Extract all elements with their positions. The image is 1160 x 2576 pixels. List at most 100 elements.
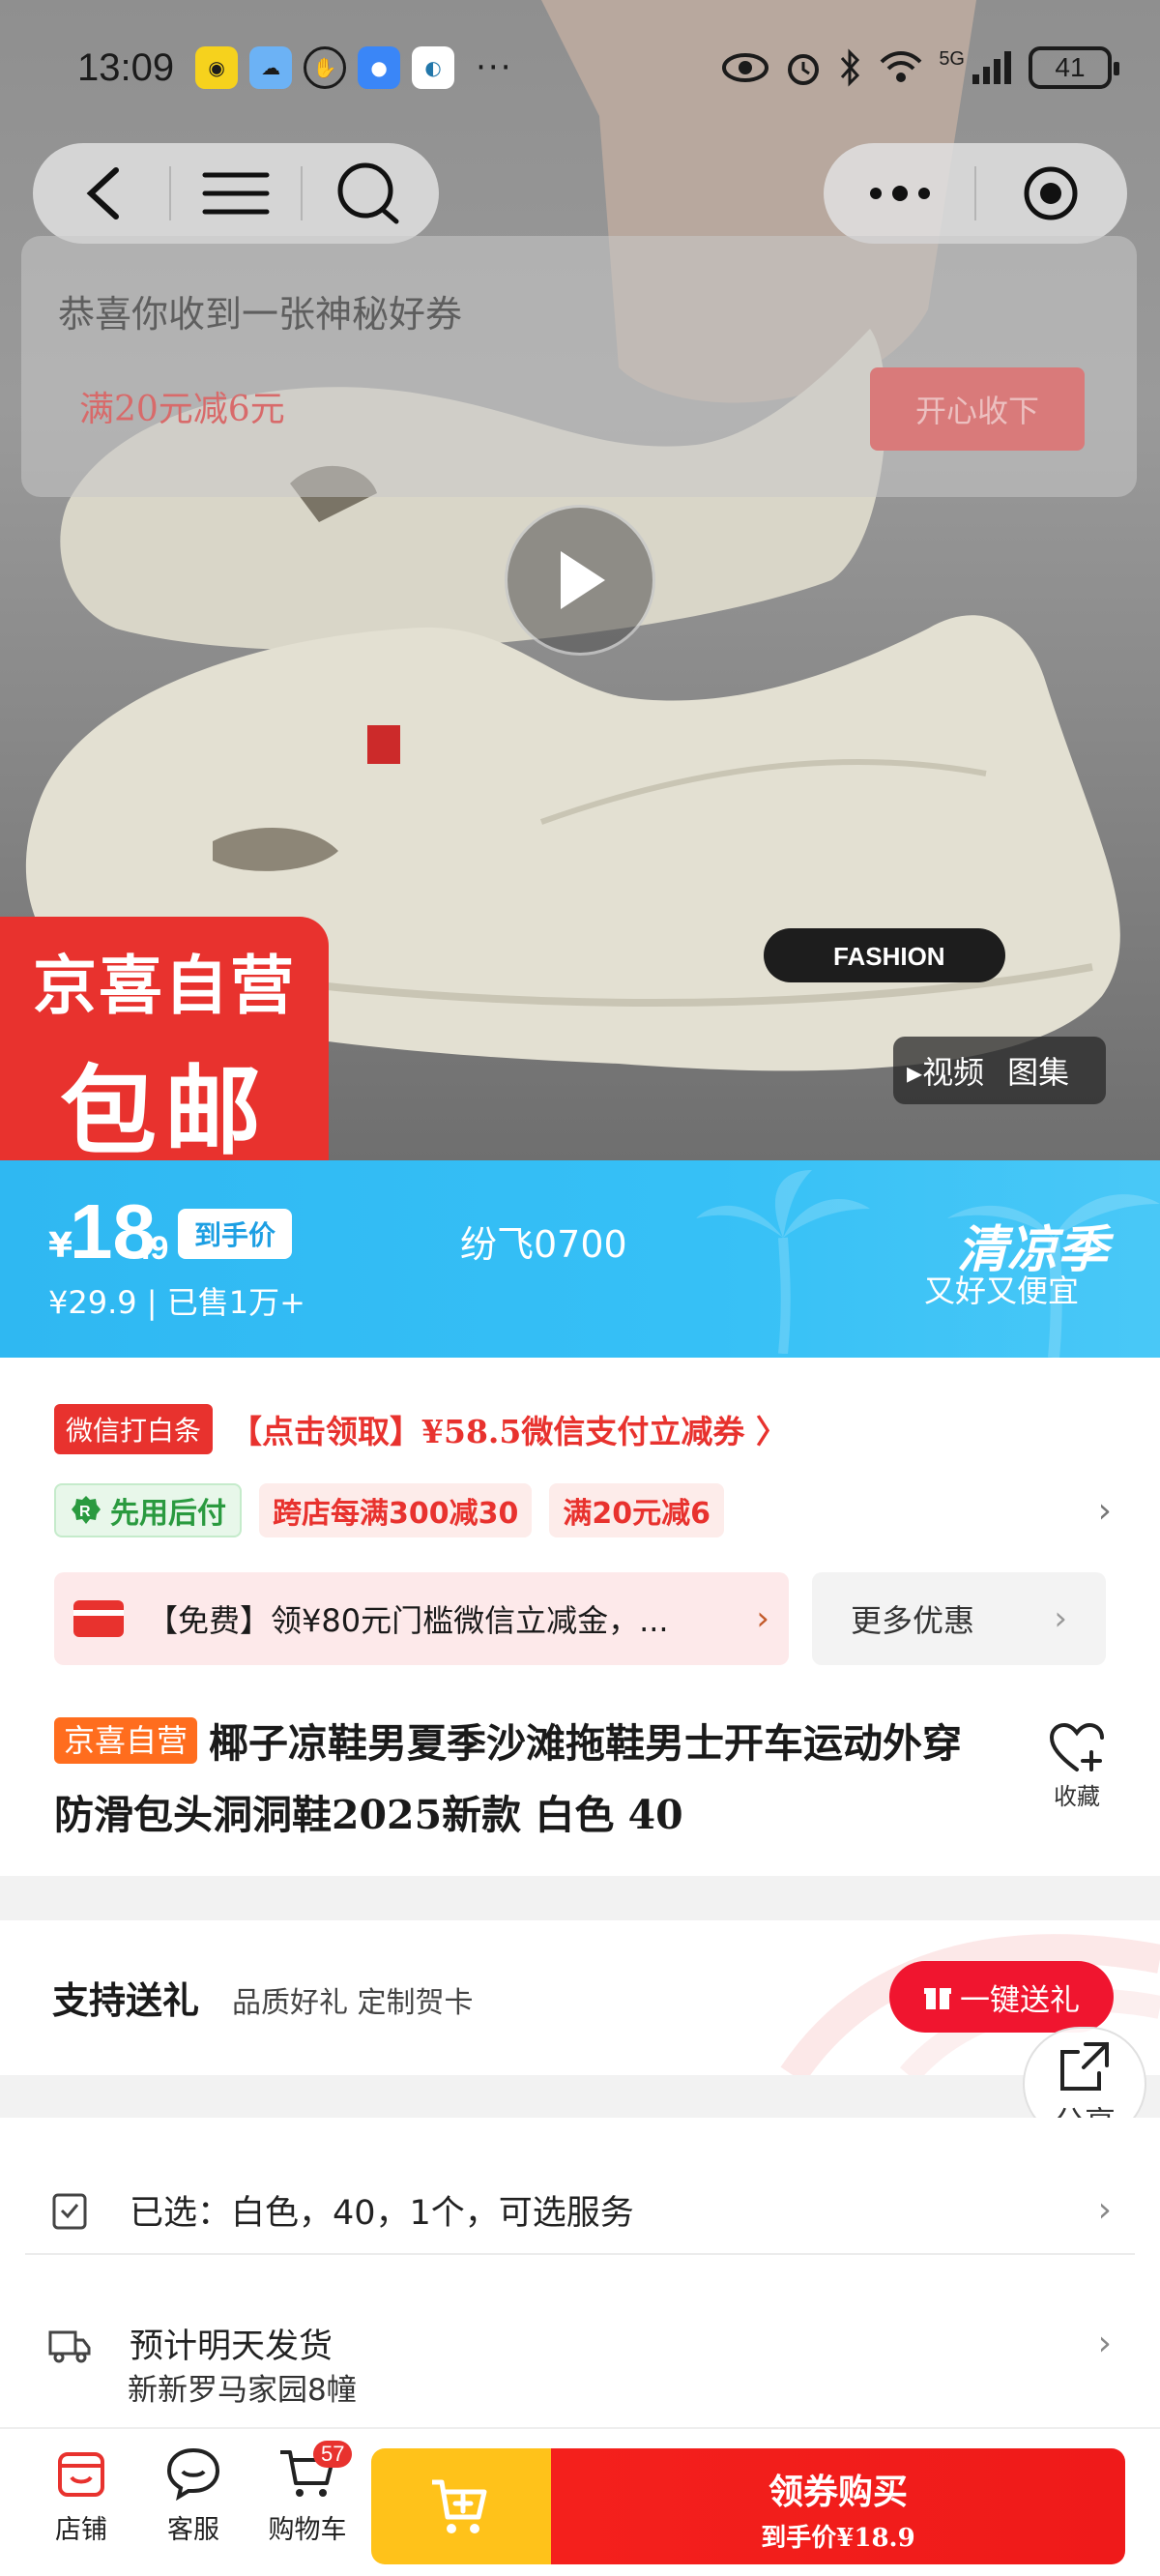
nav-capsule-left (33, 143, 439, 244)
more-dots-icon (869, 186, 930, 201)
coupon-popup: 恭喜你收到一张神秘好券 满20元减6元 开心收下 (21, 236, 1137, 497)
battery-icon: 41 (1029, 46, 1119, 89)
tab-video[interactable]: ▸视频 (907, 1048, 984, 1093)
gift-icon (924, 1988, 951, 2009)
cart-count-badge: 57 (313, 2441, 353, 2468)
season-subtitle: 又好又便宜 (923, 1273, 1079, 1309)
back-button[interactable] (66, 155, 143, 232)
wechat-coupon-text: 【点击领取】¥58.5微信支付立减券 〉 (230, 1413, 788, 1450)
service-label: 客服 (167, 2515, 219, 2545)
chevron-right-icon: › (1097, 2190, 1112, 2230)
menu-icon (202, 172, 270, 215)
price-decimal: .9 (141, 1230, 169, 1267)
cart-label: 购物车 (268, 2515, 347, 2545)
bottom-action-bar: 店铺 客服 57 购物车 领券购买 到手价¥18.9 (0, 2427, 1160, 2576)
chat-bubble-icon (166, 2447, 220, 2502)
product-title: 京喜自营 椰子凉鞋男夏季沙滩拖鞋男士开车运动外穿防滑包头洞洞鞋2025新款 白色 … (54, 1708, 982, 1851)
promo-chips[interactable]: R 先用后付 跨店每满300减30 满20元减6 (54, 1483, 724, 1537)
mobile-notification-icon: ◐ (412, 46, 455, 89)
promo-section: 微信打白条 【点击领取】¥58.5微信支付立减券 〉 R 先用后付 跨店每满30… (0, 1358, 1160, 1876)
divider (25, 2253, 1135, 2255)
shipping-estimate: 预计明天发货 (130, 2327, 334, 2366)
pay-card-text: 【免费】领¥80元门槛微信立减金，... (147, 1602, 669, 1639)
bluetooth-icon (841, 48, 860, 87)
clipboard-check-icon (52, 2193, 87, 2229)
price-banner: ¥ 18 .9 到手价 ¥29.9 | 已售1万+ 纷飞0700 清凉季 又好又… (0, 1160, 1160, 1358)
cross-store-chip: 跨店每满300减30 (259, 1483, 533, 1537)
buy-button-title: 领券购买 (768, 2472, 908, 2512)
heart-plus-icon (1049, 1722, 1104, 1771)
palm-tree-icon (696, 1170, 870, 1354)
more-notifications-icon: ··· (476, 48, 513, 87)
more-deals-button[interactable]: 更多优惠 › (812, 1572, 1106, 1665)
coupon-popup-title: 恭喜你收到一张神秘好券 (58, 293, 463, 336)
status-bar: 13:09 ◉ ☁ ✋ ● ◐ ··· 5G 41 (0, 39, 1160, 97)
target-icon (1024, 166, 1078, 220)
tab-gallery[interactable]: 图集 (1007, 1048, 1069, 1093)
battery-level: 41 (1055, 52, 1086, 82)
wechat-pay-card[interactable]: 【免费】领¥80元门槛微信立减金，... › (54, 1572, 789, 1665)
banner-center-text: 纷飞0700 (460, 1223, 627, 1266)
add-to-cart-button[interactable] (371, 2448, 553, 2564)
truck-icon (48, 2330, 91, 2362)
selected-spec-row[interactable]: 已选：白色，40，1个，可选服务 › (0, 2185, 1160, 2235)
add-to-cart-icon (432, 2479, 487, 2533)
signal-icon (972, 51, 1011, 84)
product-hero-image[interactable]: FASHION 13:09 ◉ ☁ ✋ ● ◐ ··· 5G 41 恭喜你收到一… (0, 0, 1160, 1160)
capsule-divider (301, 166, 304, 220)
selected-spec-text: 已选：白色，40，1个，可选服务 (130, 2194, 634, 2233)
store-label: 店铺 (55, 2515, 107, 2545)
status-time: 13:09 (77, 45, 175, 89)
favorite-button[interactable]: 收藏 (1046, 1722, 1108, 1811)
alarm-icon (788, 54, 820, 85)
capsule-divider (168, 166, 171, 220)
gift-title: 支持送礼 (52, 1978, 200, 2022)
weather-notification-icon: ☁ (249, 46, 293, 89)
cart-button[interactable]: 57 购物车 (259, 2441, 356, 2546)
shipping-row[interactable]: 预计明天发货 › (0, 2319, 1160, 2368)
favorite-label: 收藏 (1054, 1783, 1100, 1810)
pay-later-chip: R 先用后付 (54, 1483, 242, 1537)
chip-label: 先用后付 (110, 1497, 226, 1531)
pay-later-icon: R (72, 1496, 101, 1524)
one-click-gift-button[interactable]: 一键送礼 (889, 1961, 1114, 2033)
app-notification-icon: ◉ (195, 46, 239, 89)
coupon-popup-amount: 满20元减6元 (79, 390, 285, 429)
final-price-tag: 到手价 (178, 1209, 292, 1259)
coupon-accept-button[interactable]: 开心收下 (870, 367, 1085, 451)
chevron-right-icon: › (1054, 1599, 1067, 1638)
search-icon (337, 162, 399, 224)
options-section: 已选：白色，40，1个，可选服务 › 预计明天发货 › 新新罗马家园8幢 (0, 2118, 1160, 2427)
menu-button[interactable] (197, 155, 275, 232)
chevron-left-icon (86, 167, 119, 220)
customer-service-button[interactable]: 客服 (145, 2446, 242, 2546)
credit-card-icon (73, 1600, 124, 1637)
gift-section: 支持送礼 品质好礼 定制贺卡 一键送礼 (0, 1920, 1160, 2075)
search-button[interactable] (329, 155, 406, 232)
original-price-sold: ¥29.9 | 已售1万+ (48, 1284, 305, 1321)
close-miniprogram-button[interactable] (1012, 155, 1089, 232)
gift-subtitle: 品质好礼 定制贺卡 (232, 1986, 474, 2020)
self-operated-tag: 京喜自营 (54, 1717, 198, 1764)
network-type: 5G (939, 47, 965, 70)
discount-chip: 满20元减6 (549, 1483, 724, 1537)
chevron-right-icon[interactable]: › (1098, 1491, 1112, 1531)
jingxi-self-operated-badge: 京喜自营 包邮 (0, 917, 329, 1160)
nav-capsule-right (824, 143, 1127, 244)
wechat-credit-tag: 微信打白条 (54, 1404, 214, 1454)
claim-coupon-buy-button[interactable]: 领券购买 到手价¥18.9 (551, 2448, 1125, 2564)
more-deals-label: 更多优惠 (851, 1602, 975, 1639)
store-button[interactable]: 店铺 (33, 2446, 130, 2546)
eye-icon (722, 53, 769, 82)
badge-line-1: 京喜自营 (33, 949, 296, 1023)
capsule-divider (973, 166, 976, 220)
more-button[interactable] (861, 155, 939, 232)
notification-icons: ◉ ☁ ✋ ● ◐ ··· (195, 46, 512, 89)
wechat-coupon-row[interactable]: 微信打白条 【点击领取】¥58.5微信支付立减券 〉 (54, 1404, 788, 1454)
buy-button-price: 到手价¥18.9 (761, 2524, 915, 2553)
chevron-right-icon: › (756, 1599, 769, 1638)
play-video-button[interactable] (505, 505, 655, 656)
store-icon (58, 2452, 104, 2497)
play-icon (561, 551, 605, 609)
svg-text:R: R (79, 1504, 91, 1520)
